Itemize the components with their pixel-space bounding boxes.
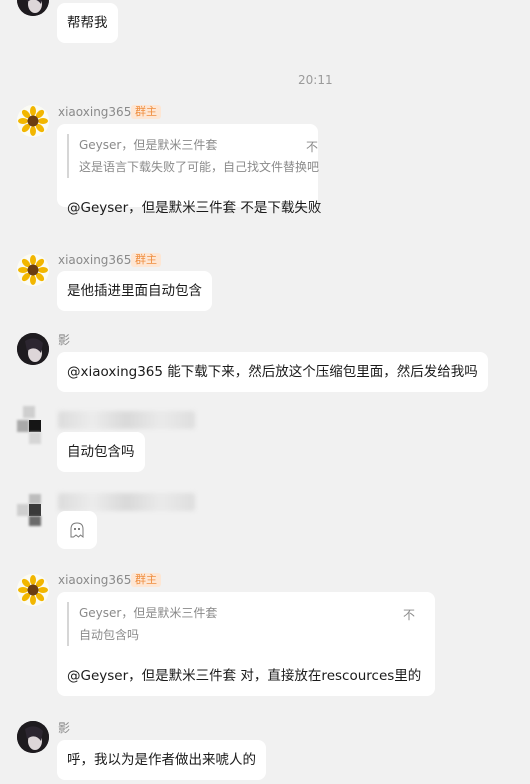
quoted-sender: Geyser，但是默米三件套: [79, 138, 218, 152]
message-text: @Geyser，但是默米三件套 对，直接放在rescources里的: [67, 668, 422, 684]
avatar-ying[interactable]: [17, 333, 49, 365]
sender-name[interactable]: 影: [58, 721, 70, 735]
message-bubble[interactable]: 自动包含吗: [57, 432, 145, 472]
message-text: 是他插进里面自动包含: [67, 283, 202, 299]
message-text: @xiaoxing365 能下载下来，然后放这个压缩包里面，然后发给我吗: [67, 364, 478, 380]
message-text: 帮帮我: [67, 15, 108, 31]
sender-name[interactable]: 影: [58, 333, 70, 347]
sunflower-icon: [17, 105, 49, 137]
quoted-message[interactable]: Geyser，但是默米三件套 这是语言下载失败了可能，自己找文件替换吧: [67, 134, 319, 178]
message-text: 呼，我以为是作者做出来唬人的: [67, 752, 256, 768]
sticker-bubble[interactable]: [57, 511, 97, 549]
quoted-sender: Geyser，但是默米三件套: [79, 606, 218, 620]
message-bubble[interactable]: 呼，我以为是作者做出来唬人的: [57, 740, 266, 780]
message-text: 自动包含吗: [67, 444, 135, 460]
reply-bubble[interactable]: Geyser，但是默米三件套 这是语言下载失败了可能，自己找文件替换吧 不 @G…: [57, 124, 321, 216]
sender-name-blurred: [58, 411, 195, 429]
message-bubble[interactable]: 是他插进里面自动包含: [57, 271, 212, 311]
sender-name[interactable]: xiaoxing365: [58, 105, 131, 119]
message-bubble[interactable]: @xiaoxing365 能下载下来，然后放这个压缩包里面，然后发给我吗: [57, 352, 488, 392]
quoted-text: 这是语言下载失败了可能，自己找文件替换吧: [79, 160, 320, 174]
quoted-message[interactable]: Geyser，但是默米三件套 自动包含吗: [67, 602, 217, 646]
quote-close-text: 不: [403, 608, 416, 622]
sender-name[interactable]: xiaoxing365: [58, 573, 131, 587]
avatar-blurred[interactable]: [17, 406, 47, 444]
sender-name[interactable]: xiaoxing365: [58, 253, 131, 267]
avatar-ying[interactable]: [17, 721, 49, 753]
timestamp: 20:11: [298, 73, 333, 87]
quote-close-text: 不: [306, 140, 319, 154]
sender-name-blurred: [58, 493, 195, 511]
quoted-text: 自动包含吗: [79, 628, 140, 642]
reply-bubble[interactable]: Geyser，但是默米三件套 自动包含吗 不 @Geyser，但是默米三件套 对…: [57, 592, 435, 696]
owner-badge: 群主: [131, 253, 161, 267]
sunflower-icon: [17, 254, 49, 286]
avatar-ying-image: [17, 333, 49, 365]
avatar-ying-image: [17, 721, 49, 753]
ghost-icon: [70, 522, 84, 539]
avatar-xiaoxing365[interactable]: [17, 105, 49, 137]
message-bubble[interactable]: 帮帮我: [57, 3, 118, 43]
avatar-xiaoxing365[interactable]: [17, 254, 49, 286]
avatar-ying[interactable]: [17, 0, 49, 16]
owner-badge: 群主: [131, 105, 161, 119]
avatar-ying-image: [17, 0, 49, 16]
avatar-blurred[interactable]: [17, 494, 47, 526]
avatar-xiaoxing365[interactable]: [17, 574, 49, 606]
message-text: @Geyser，但是默米三件套 不是下载失败: [67, 200, 322, 216]
owner-badge: 群主: [131, 573, 161, 587]
sunflower-icon: [17, 574, 49, 606]
